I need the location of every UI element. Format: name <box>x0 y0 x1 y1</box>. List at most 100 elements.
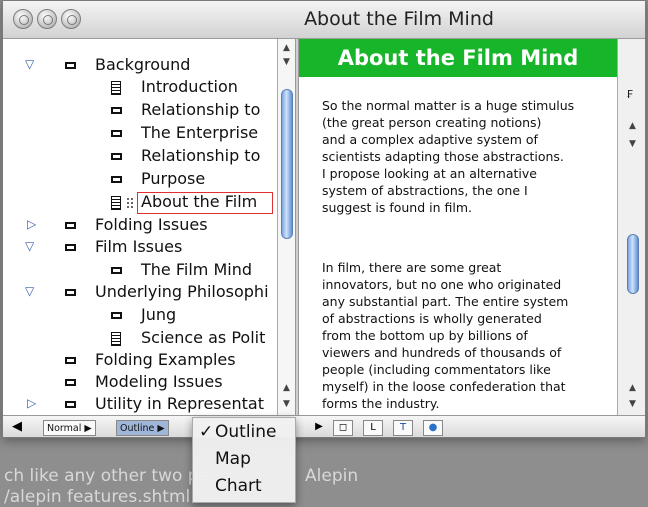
outline-row-label: Folding Examples <box>95 350 236 369</box>
outline-row-label: Utility in Representat <box>95 394 264 413</box>
checkmark-icon: ✓ <box>199 422 214 442</box>
outline-row[interactable]: Relationship to <box>3 146 277 168</box>
outline-scrollbar[interactable]: ▲ ▼ ▲ ▼ <box>277 39 295 415</box>
outline-row[interactable]: The Film Mind <box>3 260 277 282</box>
outline-row[interactable]: Science as Polit <box>3 328 277 350</box>
text-line: In film, there are some great <box>322 260 502 275</box>
topic-icon <box>111 309 123 321</box>
main-window: About the Film Mind ▽ Background Introduct… <box>2 0 646 438</box>
outline-row[interactable]: Purpose <box>3 169 277 191</box>
globe-icon[interactable]: ● <box>423 420 443 436</box>
window-title: About the Film Mind <box>304 8 494 30</box>
text-pane-header: About the Film Mind <box>299 39 617 77</box>
menu-item-label: Chart <box>215 476 262 496</box>
back-arrow-icon[interactable]: ◀ <box>7 420 27 436</box>
menu-item-label: Map <box>215 449 251 469</box>
document-icon <box>111 81 123 95</box>
outline-row-label: Relationship to <box>141 100 261 119</box>
scroll-down-arrow[interactable]: ▼ <box>278 397 295 411</box>
outline-row[interactable]: Relationship to <box>3 100 277 122</box>
outline-row[interactable]: Introduction <box>3 77 277 99</box>
topic-icon <box>65 376 77 388</box>
text-line: people (including commentators like <box>322 362 551 377</box>
topic-icon <box>111 150 123 162</box>
background-text-line2: /alepin features.shtml <box>4 487 191 507</box>
scroll-up-arrow[interactable]: ▲ <box>278 41 295 55</box>
outline-row-label: Jung <box>141 305 177 324</box>
text-line: any substantial part. The entire system <box>322 294 569 309</box>
text-line: (the great person creating notions) <box>322 115 542 130</box>
link-icon[interactable]: L <box>363 420 383 436</box>
outline-row[interactable]: Folding Examples <box>3 350 277 372</box>
disclosure-open-icon[interactable]: ▽ <box>25 57 37 71</box>
text-line: innovators, but no one who originated <box>322 277 562 292</box>
outline-row-label: Background <box>95 55 191 74</box>
disclosure-open-icon[interactable]: ▽ <box>25 239 37 253</box>
view-outline-button[interactable]: Outline ▶ <box>116 420 169 436</box>
outline-row-label: The Film Mind <box>141 260 252 279</box>
outline-row-label: The Enterprise <box>141 123 259 142</box>
outline-row-label: Science as Polit <box>141 328 266 347</box>
outline-row[interactable]: About the Film <box>3 192 277 214</box>
text-line: of abstractions is wholly generated <box>322 311 542 326</box>
text-line: viewers and hundreds of thousands of <box>322 345 562 360</box>
outline-row[interactable]: ▽ Film Issues <box>3 237 277 259</box>
outline-pane[interactable]: ▽ Background Introduction Relationship to Th… <box>3 39 277 415</box>
outline-row[interactable]: ▽ Background <box>3 55 277 77</box>
outline-row[interactable]: ▷ Folding Issues <box>3 215 277 237</box>
outline-row[interactable]: The Enterprise <box>3 123 277 145</box>
outline-row[interactable]: Modeling Issues <box>3 372 277 394</box>
outline-row-label: Introduction <box>141 77 238 96</box>
text-line: forms the industry. <box>322 396 440 411</box>
font-size-icon[interactable]: ₣ <box>626 88 633 101</box>
topic-icon <box>65 59 77 71</box>
text-line: from the bottom up by billions of <box>322 328 528 343</box>
menu-item-map[interactable]: Map <box>193 447 295 473</box>
outline-row-label: About the Film <box>141 192 258 211</box>
scroll-down-arrow[interactable]: ▼ <box>278 55 295 69</box>
drag-grip-icon[interactable] <box>127 198 133 208</box>
topic-icon <box>111 104 123 116</box>
title-bar[interactable]: About the Film Mind <box>3 1 645 39</box>
disclosure-closed-icon[interactable]: ▷ <box>27 396 39 410</box>
outline-scroll-thumb[interactable] <box>281 89 293 239</box>
view-normal-label: Normal <box>47 423 82 434</box>
text-scroll-down-arrow[interactable]: ▼ <box>618 397 645 411</box>
outline-row[interactable]: ▷ Utility in Representat <box>3 394 277 415</box>
text-scroll-up-arrow[interactable]: ▲ <box>618 381 645 395</box>
bottom-toolbar: ◀ Normal ▶ Outline ▶ ▶ ◻ L T ● <box>3 415 645 437</box>
view-popup-menu: ✓ Outline Map Chart <box>192 417 296 503</box>
topic-icon <box>111 264 123 276</box>
outline-row[interactable]: Jung <box>3 305 277 327</box>
disclosure-closed-icon[interactable]: ▷ <box>27 217 39 231</box>
topic-icon <box>65 219 77 231</box>
outline-row[interactable]: ▽ Underlying Philosophi <box>3 282 277 304</box>
outline-row-label: Modeling Issues <box>95 372 223 391</box>
forward-arrow-icon[interactable]: ▶ <box>309 420 329 436</box>
outline-row-label: Folding Issues <box>95 215 208 234</box>
menu-item-chart[interactable]: Chart <box>193 474 295 500</box>
topic-icon <box>65 398 77 410</box>
outline-row-label: Relationship to <box>141 146 261 165</box>
text-line: myself) in the loose confederation that <box>322 379 566 394</box>
document-icon <box>111 332 123 346</box>
topic-icon <box>65 241 77 253</box>
text-line: So the normal matter is a huge stimulus <box>322 98 575 113</box>
outline-row-label: Underlying Philosophi <box>95 282 269 301</box>
text-line: I propose looking at an alternative <box>322 166 537 181</box>
text-side-toolbar: ₣ ▲ ▼ ▲ ▼ <box>617 39 645 415</box>
note-icon[interactable]: ◻ <box>333 420 353 436</box>
text-scroll-down-arrow[interactable]: ▼ <box>618 137 645 151</box>
menu-item-outline[interactable]: ✓ Outline <box>193 420 295 446</box>
text-scroll-thumb[interactable] <box>627 234 639 294</box>
outline-row-label: Film Issues <box>95 237 183 256</box>
background-text-line1: ch like any other two pa Alepin <box>4 466 359 486</box>
text-line: system of abstractions, the one I <box>322 183 528 198</box>
view-normal-button[interactable]: Normal ▶ <box>43 420 96 436</box>
text-format-icon[interactable]: T <box>393 420 413 436</box>
scroll-up-arrow[interactable]: ▲ <box>278 381 295 395</box>
disclosure-open-icon[interactable]: ▽ <box>25 284 37 298</box>
document-icon <box>111 196 123 210</box>
text-scroll-up-arrow[interactable]: ▲ <box>618 119 645 133</box>
text-pane[interactable]: About the Film Mind So the normal matter… <box>299 39 617 415</box>
